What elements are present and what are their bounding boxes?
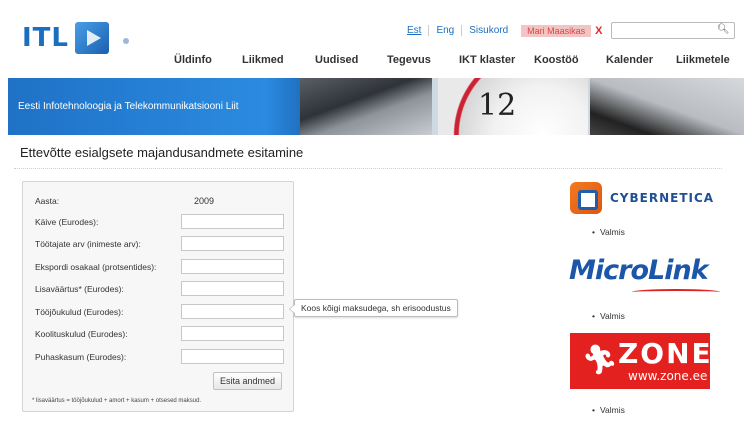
lang-eng-link[interactable]: Eng (428, 25, 461, 36)
logout-icon[interactable]: X (595, 25, 602, 37)
year-value: 2009 (194, 196, 215, 206)
nav-item-uudised[interactable]: Uudised (315, 54, 387, 66)
nav-item-liikmetele[interactable]: Liikmetele (676, 54, 730, 66)
field-label-kaive: Käive (Eurodes): (35, 217, 99, 227)
clock-numerals: 12 (478, 88, 517, 123)
main-navigation: Üldinfo Liikmed Uudised Tegevus IKT klas… (174, 54, 730, 66)
microlink-logo[interactable]: MicroLink (569, 255, 709, 286)
form-footnote: * lisaväärtus = tööjõukulud + amort + ka… (32, 398, 202, 404)
field-label-lisavaartus: Lisaväärtus* (Eurodes): (35, 284, 124, 294)
page: ITL Est Eng Sisukord Mari Maasikas X 🔍︎ … (0, 0, 744, 433)
financial-data-form: Aasta: 2009 Käive (Eurodes): Töötajate a… (22, 181, 294, 412)
zone-status: Valmis (592, 405, 625, 415)
field-label-ekspordi-osakaal: Ekspordi osakaal (protsentides): (35, 262, 157, 272)
logo-arrow-icon (74, 22, 109, 54)
zone-logo[interactable]: 🏃︎ ZONE www.zone.ee (570, 333, 713, 389)
lisavaartus-input[interactable] (181, 281, 284, 296)
microlink-swoosh-icon (632, 289, 720, 295)
submit-button[interactable]: Esita andmed (213, 372, 282, 390)
itl-logo[interactable]: ITL (22, 22, 129, 54)
cybernetica-icon (570, 182, 602, 214)
kaive-input[interactable] (181, 214, 284, 229)
field-label-toojoukulud: Tööjõukulud (Eurodes): (35, 307, 124, 317)
runner-icon: 🏃︎ (582, 344, 618, 375)
banner-tagline: Eesti Infotehnoloogia ja Telekommunikats… (18, 101, 239, 112)
year-label: Aasta: (35, 196, 60, 206)
cybernetica-status: Valmis (592, 227, 625, 237)
field-tooltip: Koos kõigi maksudega, sh erisoodustus (289, 299, 458, 317)
user-name: Mari Maasikas (521, 24, 592, 37)
nav-item-tegevus[interactable]: Tegevus (387, 54, 459, 66)
tootajate-arv-input[interactable] (181, 236, 284, 251)
zone-url: www.zone.ee (628, 369, 708, 383)
banner-photo-mouse (590, 78, 744, 135)
field-label-puhaskasum: Puhaskasum (Eurodes): (35, 352, 127, 362)
title-divider (14, 168, 722, 169)
lang-est-link[interactable]: Est (400, 25, 428, 36)
cybernetica-name: CYBERNETICA (610, 191, 715, 205)
header-banner: Eesti Infotehnoloogia ja Telekommunikats… (8, 78, 744, 135)
zone-name: ZONE (618, 337, 713, 370)
sitemap-link[interactable]: Sisukord (461, 25, 515, 36)
toojoukulud-input[interactable] (181, 304, 284, 319)
search-input[interactable]: 🔍︎ (610, 22, 735, 39)
koolituskulud-input[interactable] (181, 326, 284, 341)
page-title: Ettevõtte esialgsete majandusandmete esi… (20, 145, 304, 160)
nav-item-uldinfo[interactable]: Üldinfo (174, 54, 242, 66)
puhaskasum-input[interactable] (181, 349, 284, 364)
microlink-status: Valmis (592, 311, 625, 321)
nav-item-ikt-klaster[interactable]: IKT klaster (459, 54, 534, 66)
nav-item-liikmed[interactable]: Liikmed (242, 54, 315, 66)
field-label-tootajate-arv: Töötajate arv (inimeste arv): (35, 239, 141, 249)
nav-item-koostoo[interactable]: Koostöö (534, 54, 606, 66)
ekspordi-osakaal-input[interactable] (181, 259, 284, 274)
cybernetica-logo[interactable]: CYBERNETICA (570, 180, 730, 216)
field-label-koolituskulud: Koolituskulud (Eurodes): (35, 329, 128, 339)
logo-text: ITL (22, 23, 69, 53)
top-utility-bar: Est Eng Sisukord Mari Maasikas X 🔍︎ (400, 22, 735, 39)
search-icon[interactable]: 🔍︎ (717, 24, 730, 35)
logo-dot-icon (122, 38, 129, 44)
banner-photo-laptop (300, 78, 432, 135)
nav-item-kalender[interactable]: Kalender (606, 54, 676, 66)
